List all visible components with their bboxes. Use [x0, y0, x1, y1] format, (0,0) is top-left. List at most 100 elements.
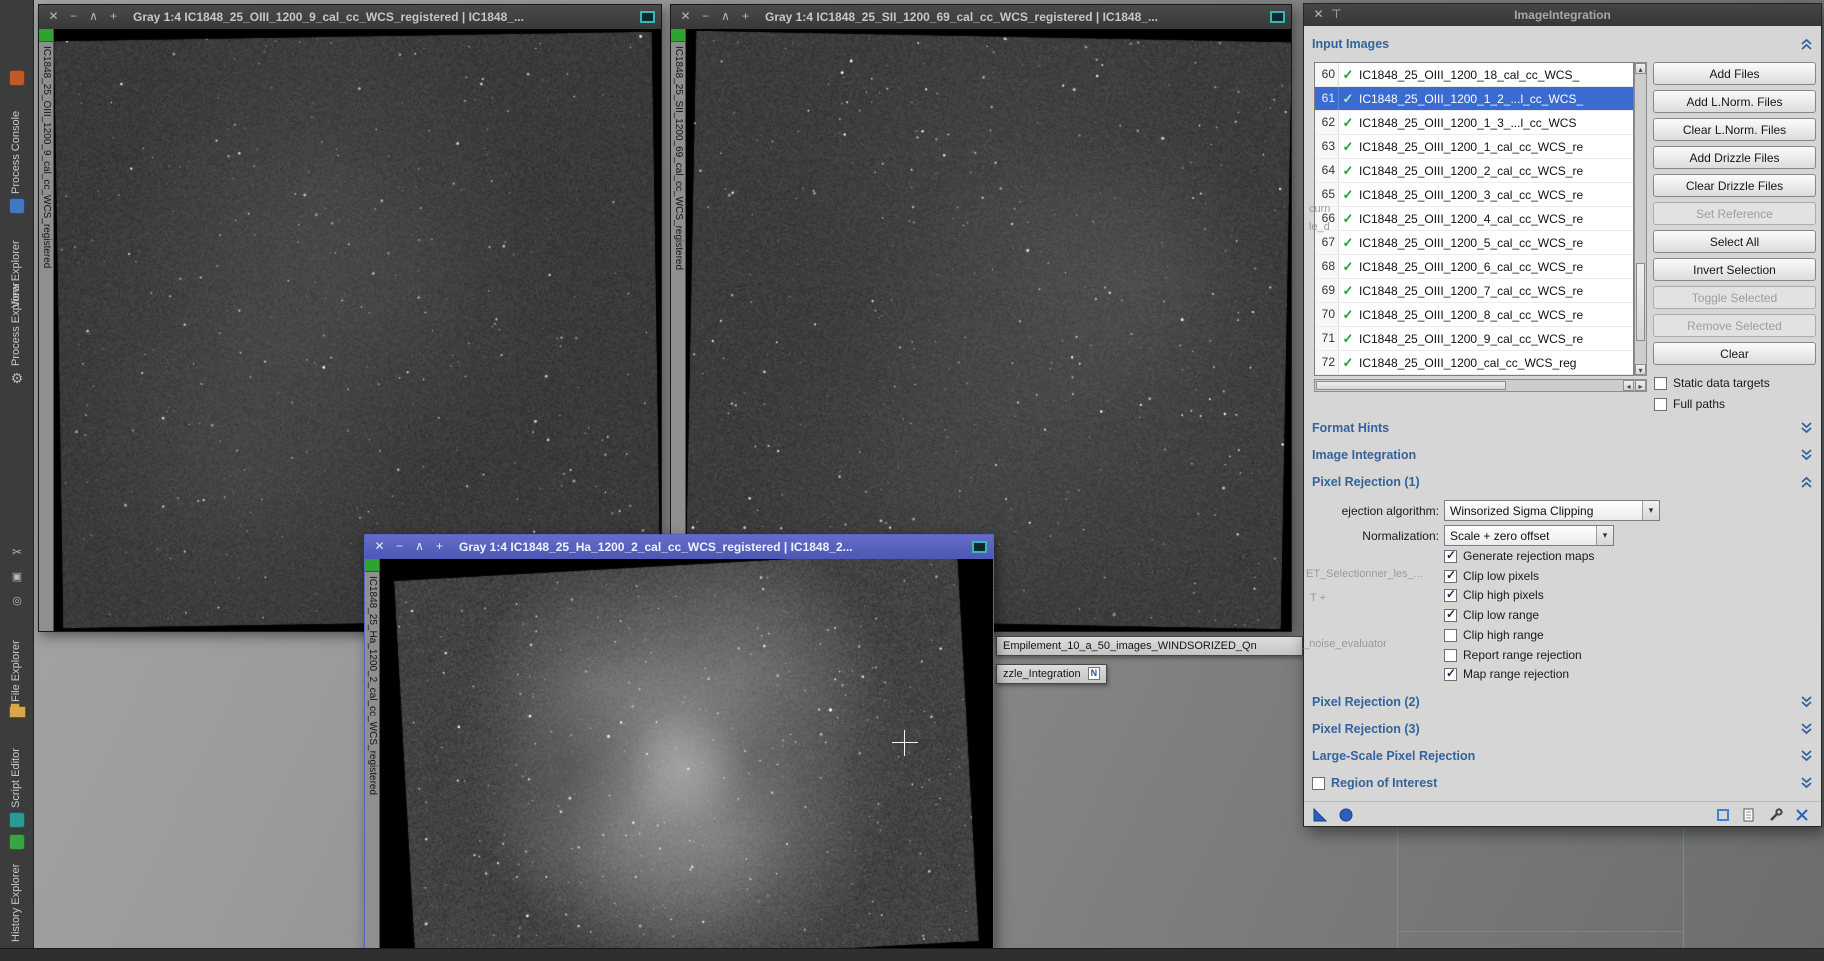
enabled-check-icon[interactable]: ✓ [1339, 163, 1357, 179]
invert-selection-button[interactable]: Invert Selection [1653, 258, 1816, 281]
section-pixel-rejection-3[interactable]: Pixel Rejection (3) [1312, 719, 1813, 739]
enabled-check-icon[interactable]: ✓ [1339, 91, 1357, 107]
close-icon[interactable]: ✕ [677, 9, 694, 25]
input-image-row[interactable]: 69 ✓ IC1848_25_OIII_1200_7_cal_cc_WCS_re [1315, 279, 1633, 303]
collapse-icon[interactable] [1800, 38, 1813, 50]
screen-icon[interactable] [972, 541, 987, 553]
input-image-row[interactable]: 72 ✓ IC1848_25_OIII_1200_cal_cc_WCS_reg [1315, 351, 1633, 375]
option-map-range-rejection[interactable]: Map range rejection [1444, 666, 1569, 681]
checkbox[interactable] [1444, 666, 1457, 681]
blue-square-icon[interactable] [1715, 807, 1731, 823]
enabled-check-icon[interactable]: ✓ [1339, 211, 1357, 227]
screen-icon[interactable] [1270, 11, 1285, 23]
history-explorer-icon[interactable] [9, 834, 25, 850]
expand-icon[interactable] [1800, 723, 1813, 735]
sidebar-item-script-editor[interactable]: Script Editor [10, 726, 22, 808]
zoom-icon[interactable]: + [431, 539, 448, 555]
scroll-up-icon[interactable]: ▴ [1635, 63, 1646, 74]
input-image-row[interactable]: 63 ✓ IC1848_25_OIII_1200_1_cal_cc_WCS_re [1315, 135, 1633, 159]
clear-l-norm-files-button[interactable]: Clear L.Norm. Files [1653, 118, 1816, 141]
input-image-row[interactable]: 68 ✓ IC1848_25_OIII_1200_6_cal_cc_WCS_re [1315, 255, 1633, 279]
add-drizzle-files-button[interactable]: Add Drizzle Files [1653, 146, 1816, 169]
option-generate-rejection-maps[interactable]: Generate rejection maps [1444, 548, 1594, 563]
option-clip-low-pixels[interactable]: Clip low pixels [1444, 568, 1539, 583]
add-files-button[interactable]: Add Files [1653, 62, 1816, 85]
input-images-list[interactable]: 60 ✓ IC1848_25_OIII_1200_18_cal_cc_WCS_ 61 ✓… [1314, 62, 1634, 376]
process-explorer-icon[interactable]: ⚙ [8, 370, 26, 387]
enabled-check-icon[interactable]: ✓ [1339, 283, 1357, 299]
image-view[interactable]: IC1848_25_Ha_1200_2_cal_cc_WCS_registere… [365, 559, 993, 961]
grid-icon[interactable]: ▣ [8, 570, 26, 583]
enabled-check-icon[interactable]: ✓ [1339, 259, 1357, 275]
section-region-of-interest[interactable]: Region of Interest [1312, 773, 1813, 793]
section-pixel-rejection-1[interactable]: Pixel Rejection (1) [1312, 472, 1813, 492]
select-all-button[interactable]: Select All [1653, 230, 1816, 253]
expand-icon[interactable] [1800, 777, 1813, 789]
dialog-titlebar[interactable]: ✕ ⊤ ImageIntegration [1304, 4, 1821, 26]
enabled-check-icon[interactable]: ✓ [1339, 115, 1357, 131]
checkbox[interactable] [1444, 628, 1457, 642]
option-clip-high-range[interactable]: Clip high range [1444, 628, 1544, 642]
sidebar-item-file-explorer[interactable]: File Explorer [10, 618, 22, 702]
scroll-down-icon[interactable]: ▾ [1635, 364, 1646, 375]
region-of-interest-checkbox[interactable] [1312, 776, 1325, 790]
enabled-check-icon[interactable]: ✓ [1339, 187, 1357, 203]
window-titlebar[interactable]: ✕ − ∧ + Gray 1:4 IC1848_25_Ha_1200_2_cal… [365, 535, 993, 559]
edit-preferences-wrench-icon[interactable] [1768, 807, 1784, 823]
enabled-check-icon[interactable]: ✓ [1339, 235, 1357, 251]
checkbox[interactable] [1444, 587, 1457, 602]
apply-icon[interactable] [1312, 807, 1328, 823]
input-image-row[interactable]: 66 ✓ IC1848_25_OIII_1200_4_cal_cc_WCS_re [1315, 207, 1633, 231]
view-explorer-icon[interactable] [9, 198, 25, 214]
expand-icon[interactable] [1800, 422, 1813, 434]
enabled-check-icon[interactable]: ✓ [1339, 307, 1357, 323]
input-image-row[interactable]: 71 ✓ IC1848_25_OIII_1200_9_cal_cc_WCS_re [1315, 327, 1633, 351]
section-image-integration[interactable]: Image Integration [1312, 445, 1813, 465]
section-input-images[interactable]: Input Images [1312, 34, 1813, 54]
section-pixel-rejection-2[interactable]: Pixel Rejection (2) [1312, 692, 1813, 712]
file-explorer-icon[interactable] [9, 703, 26, 718]
shade-icon[interactable]: ∧ [717, 9, 734, 25]
shade-icon[interactable]: ∧ [85, 9, 102, 25]
window-titlebar[interactable]: ✕ − ∧ + Gray 1:4 IC1848_25_SII_1200_69_c… [671, 5, 1291, 29]
sidebar-item-history-explorer[interactable]: History Explorer [10, 856, 22, 942]
input-image-row[interactable]: 70 ✓ IC1848_25_OIII_1200_8_cal_cc_WCS_re [1315, 303, 1633, 327]
checkbox[interactable] [1444, 568, 1457, 583]
reset-icon[interactable] [1794, 807, 1810, 823]
apply-global-icon[interactable] [1338, 807, 1354, 823]
zoom-icon[interactable]: + [105, 9, 122, 25]
collapse-icon[interactable] [1800, 476, 1813, 488]
input-image-row[interactable]: 62 ✓ IC1848_25_OIII_1200_1_3_...l_cc_WCS [1315, 111, 1633, 135]
process-console-icon[interactable] [9, 70, 25, 86]
view-selector-strip[interactable]: IC1848_25_Ha_1200_2_cal_cc_WCS_registere… [365, 559, 380, 961]
rejection-algorithm-select[interactable]: Winsorized Sigma Clipping ▾ [1444, 500, 1660, 521]
checkbox[interactable] [1654, 397, 1667, 411]
expand-icon[interactable] [1800, 696, 1813, 708]
process-icon-label[interactable]: zzle_Integration N [996, 664, 1108, 684]
checkbox[interactable] [1444, 548, 1457, 563]
sidebar-item-process-console[interactable]: Process Console [10, 96, 22, 194]
process-icon-label[interactable]: Empilement_10_a_50_images_WINDSORIZED_Qn [996, 636, 1303, 656]
window-titlebar[interactable]: ✕ − ∧ + Gray 1:4 IC1848_25_OIII_1200_9_c… [39, 5, 661, 29]
checkbox[interactable] [1654, 376, 1667, 390]
enabled-check-icon[interactable]: ✓ [1339, 139, 1357, 155]
checkbox[interactable] [1444, 607, 1457, 622]
option-clip-low-range[interactable]: Clip low range [1444, 607, 1539, 622]
expand-icon[interactable] [1800, 750, 1813, 762]
iconize-icon[interactable]: − [391, 539, 408, 555]
enabled-check-icon[interactable]: ✓ [1339, 355, 1357, 371]
scroll-right-icon[interactable]: ▸ [1635, 380, 1646, 391]
add-l-norm-files-button[interactable]: Add L.Norm. Files [1653, 90, 1816, 113]
section-large-scale-pixel-rejection[interactable]: Large-Scale Pixel Rejection [1312, 746, 1813, 766]
shade-icon[interactable]: ∧ [411, 539, 428, 555]
input-image-row[interactable]: 60 ✓ IC1848_25_OIII_1200_18_cal_cc_WCS_ [1315, 63, 1633, 87]
input-image-row[interactable]: 64 ✓ IC1848_25_OIII_1200_2_cal_cc_WCS_re [1315, 159, 1633, 183]
sidebar-item-process-explorer[interactable]: Process Explorer [10, 264, 22, 366]
script-editor-icon[interactable] [9, 812, 25, 828]
chevron-down-icon[interactable]: ▾ [1596, 526, 1613, 545]
view-selector-strip[interactable]: IC1848_25_OIII_1200_9_cal_cc_WCS_registe… [39, 29, 54, 631]
target-icon[interactable]: ◎ [8, 594, 26, 607]
normalization-select[interactable]: Scale + zero offset ▾ [1444, 525, 1614, 546]
enabled-check-icon[interactable]: ✓ [1339, 67, 1357, 83]
static-data-targets-option[interactable]: Static data targets [1654, 376, 1770, 390]
